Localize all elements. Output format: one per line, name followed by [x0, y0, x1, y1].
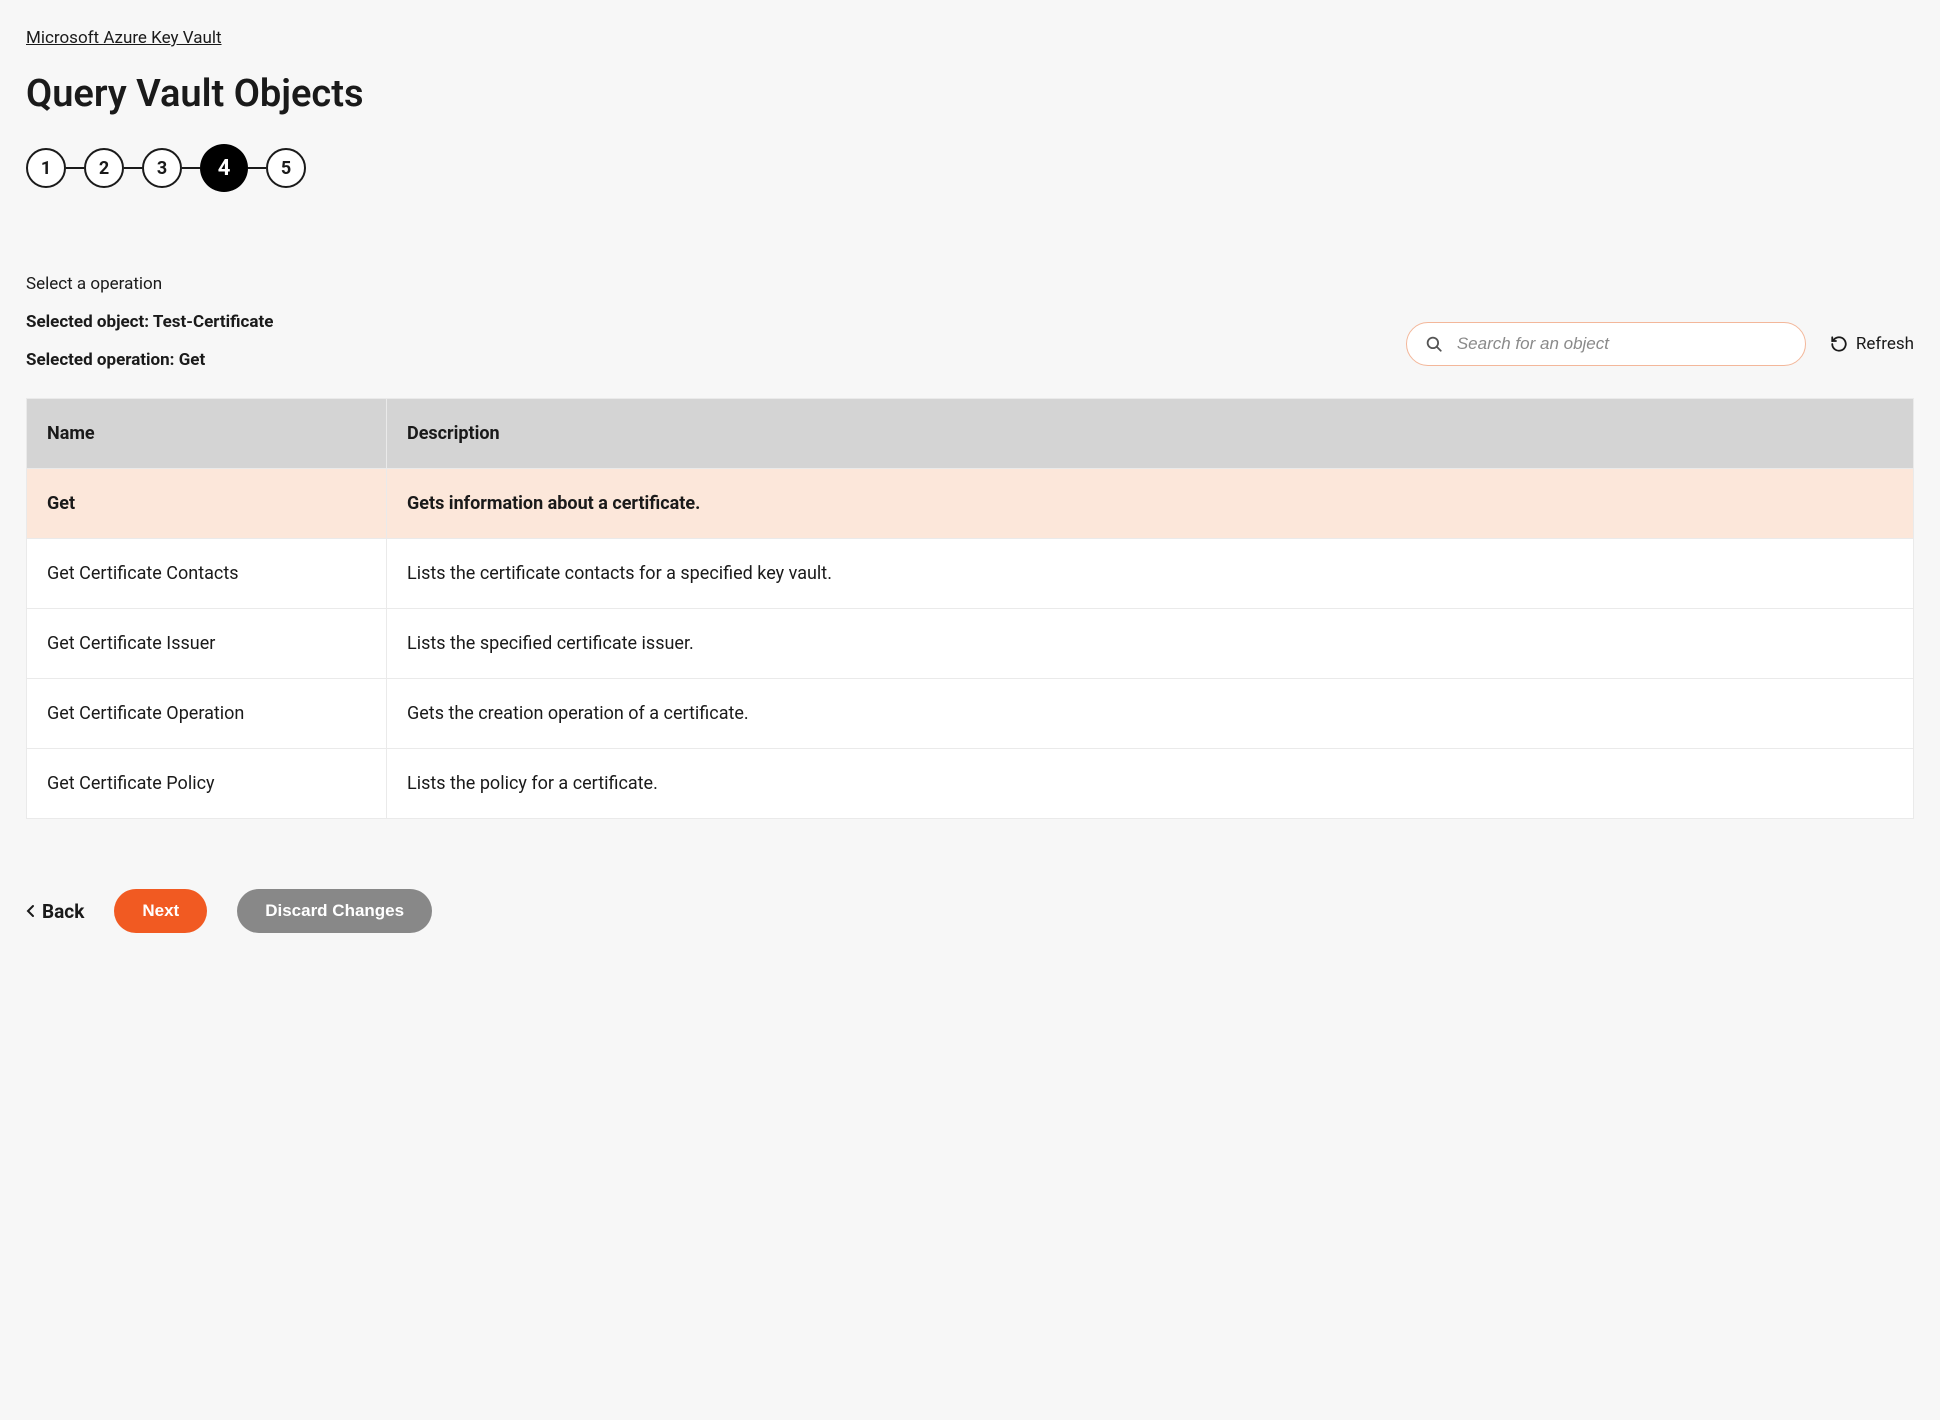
search-field-wrap[interactable]	[1406, 322, 1806, 366]
step-connector	[124, 167, 142, 169]
operation-name: Get	[27, 469, 387, 539]
table-row[interactable]: Get Certificate ContactsLists the certif…	[27, 539, 1914, 609]
step-1[interactable]: 1	[26, 148, 66, 188]
breadcrumb-link[interactable]: Microsoft Azure Key Vault	[26, 28, 222, 48]
operation-description: Gets the creation operation of a certifi…	[387, 679, 1914, 749]
step-connector	[66, 167, 84, 169]
search-icon	[1425, 335, 1443, 353]
table-row[interactable]: Get Certificate PolicyLists the policy f…	[27, 749, 1914, 819]
operation-name: Get Certificate Operation	[27, 679, 387, 749]
page-title: Query Vault Objects	[26, 72, 1914, 116]
chevron-left-icon	[26, 904, 36, 918]
operation-name: Get Certificate Contacts	[27, 539, 387, 609]
next-button[interactable]: Next	[114, 889, 207, 933]
refresh-label: Refresh	[1856, 334, 1914, 354]
operation-description: Gets information about a certificate.	[387, 469, 1914, 539]
operation-name: Get Certificate Policy	[27, 749, 387, 819]
refresh-icon	[1830, 335, 1848, 353]
operation-description: Lists the policy for a certificate.	[387, 749, 1914, 819]
step-connector	[182, 167, 200, 169]
selected-operation-label: Selected operation: Get	[26, 350, 1406, 370]
selected-object-label: Selected object: Test-Certificate	[26, 312, 1406, 332]
operation-description: Lists the certificate contacts for a spe…	[387, 539, 1914, 609]
step-4[interactable]: 4	[200, 144, 248, 192]
col-header-name[interactable]: Name	[27, 399, 387, 469]
discard-button[interactable]: Discard Changes	[237, 889, 432, 933]
step-2[interactable]: 2	[84, 148, 124, 188]
operation-description: Lists the specified certificate issuer.	[387, 609, 1914, 679]
stepper: 12345	[26, 144, 1914, 192]
table-row[interactable]: Get Certificate IssuerLists the specifie…	[27, 609, 1914, 679]
operations-table: Name Description GetGets information abo…	[26, 398, 1914, 819]
back-button[interactable]: Back	[26, 900, 84, 923]
table-row[interactable]: GetGets information about a certificate.	[27, 469, 1914, 539]
col-header-description[interactable]: Description	[387, 399, 1914, 469]
operation-name: Get Certificate Issuer	[27, 609, 387, 679]
step-connector	[248, 167, 266, 169]
table-row[interactable]: Get Certificate OperationGets the creati…	[27, 679, 1914, 749]
refresh-button[interactable]: Refresh	[1830, 334, 1914, 354]
step-3[interactable]: 3	[142, 148, 182, 188]
back-label: Back	[42, 900, 84, 923]
step-5[interactable]: 5	[266, 148, 306, 188]
search-input[interactable]	[1455, 333, 1787, 355]
select-operation-label: Select a operation	[26, 274, 1406, 294]
